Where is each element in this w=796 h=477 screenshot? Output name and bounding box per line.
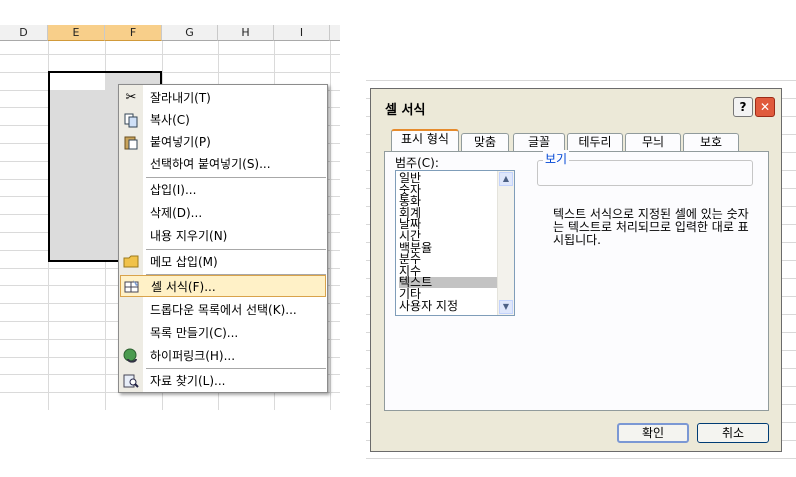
menu-item-paste[interactable]: 붙여넣기(P) xyxy=(119,131,327,153)
format-cells-dialog: 셀 서식 ? ✕ 표시 형식 맞춤 글꼴 테두리 무늬 보호 범주(C): 일반… xyxy=(370,88,782,452)
category-label: 범주(C): xyxy=(395,156,439,170)
context-menu: ✂ 잘라내기(T) 복사(C) 붙여넣기(P) 선택하여 붙여넣기(S)... … xyxy=(118,84,328,393)
scroll-down-icon[interactable]: ▼ xyxy=(499,300,513,314)
menu-item-hyperlink[interactable]: 하이퍼링크(H)... xyxy=(119,345,327,367)
menu-item-research[interactable]: 자료 찾기(L)... xyxy=(119,370,327,392)
preview-box xyxy=(537,160,753,186)
ok-button[interactable]: 확인 xyxy=(617,423,689,443)
background-grid-line xyxy=(366,458,796,459)
comment-icon xyxy=(123,254,139,270)
menu-separator xyxy=(146,249,326,250)
menu-separator xyxy=(146,368,326,369)
hyperlink-icon xyxy=(123,348,139,364)
column-header-h[interactable]: H xyxy=(218,25,274,41)
column-header-partial xyxy=(330,25,340,41)
number-format-panel: 범주(C): 일반 숫자 통화 회계 날짜 시간 백분율 분수 지수 텍스트 기타 사용자 지정 ▲ … xyxy=(384,150,769,411)
dialog-title: 셀 서식 xyxy=(385,103,426,118)
menu-item-insert-comment[interactable]: 메모 삽입(M) xyxy=(119,251,327,273)
menu-item-format-cells[interactable]: 셀 서식(F)... xyxy=(120,275,326,297)
tab-patterns[interactable]: 무늬 xyxy=(625,133,681,151)
category-scrollbar[interactable]: ▲ ▼ xyxy=(497,171,514,315)
menu-separator xyxy=(146,177,326,178)
close-icon: ✕ xyxy=(759,100,771,114)
tab-protection[interactable]: 보호 xyxy=(683,133,739,151)
menu-item-cut[interactable]: ✂ 잘라내기(T) xyxy=(119,87,327,109)
column-header-f[interactable]: F xyxy=(105,25,162,41)
column-header-g[interactable]: G xyxy=(162,25,218,41)
scroll-up-icon[interactable]: ▲ xyxy=(499,172,513,186)
grid-column-line xyxy=(330,41,331,410)
paste-icon xyxy=(123,134,139,150)
menu-item-pick-from-list[interactable]: 드롭다운 목록에서 선택(K)... xyxy=(119,299,327,321)
tab-alignment[interactable]: 맞춤 xyxy=(461,133,509,151)
menu-item-paste-special[interactable]: 선택하여 붙여넣기(S)... xyxy=(119,153,327,175)
format-cells-icon xyxy=(124,279,140,295)
category-list[interactable]: 일반 숫자 통화 회계 날짜 시간 백분율 분수 지수 텍스트 기타 사용자 지정 ▲ ▼ xyxy=(395,170,515,316)
close-button[interactable]: ✕ xyxy=(755,97,775,117)
tab-number[interactable]: 표시 형식 xyxy=(391,129,459,152)
copy-icon xyxy=(123,112,139,128)
preview-label: 보기 xyxy=(543,150,570,167)
cancel-button[interactable]: 취소 xyxy=(697,423,769,443)
menu-item-copy[interactable]: 복사(C) xyxy=(119,109,327,131)
column-header-e[interactable]: E xyxy=(48,25,105,41)
column-header-d[interactable]: D xyxy=(0,25,48,41)
format-description: 텍스트 서식으로 지정된 셀에 있는 숫자는 텍스트로 처리되므로 입력한 대로… xyxy=(553,207,749,247)
tab-font[interactable]: 글꼴 xyxy=(513,133,565,151)
grid-row-line xyxy=(0,54,340,55)
menu-item-delete[interactable]: 삭제(D)... xyxy=(119,202,327,224)
research-icon xyxy=(123,373,139,389)
category-item[interactable]: 사용자 지정 xyxy=(399,300,497,312)
menu-item-create-list[interactable]: 목록 만들기(C)... xyxy=(119,322,327,344)
column-header-i[interactable]: I xyxy=(274,25,330,41)
help-button[interactable]: ? xyxy=(733,97,753,117)
menu-item-insert[interactable]: 삽입(I)... xyxy=(119,179,327,201)
help-icon: ? xyxy=(739,100,747,114)
menu-item-clear-contents[interactable]: 내용 지우기(N) xyxy=(119,225,327,247)
tab-border[interactable]: 테두리 xyxy=(567,133,623,151)
background-grid-line xyxy=(366,80,796,81)
scissors-icon: ✂ xyxy=(125,90,137,105)
